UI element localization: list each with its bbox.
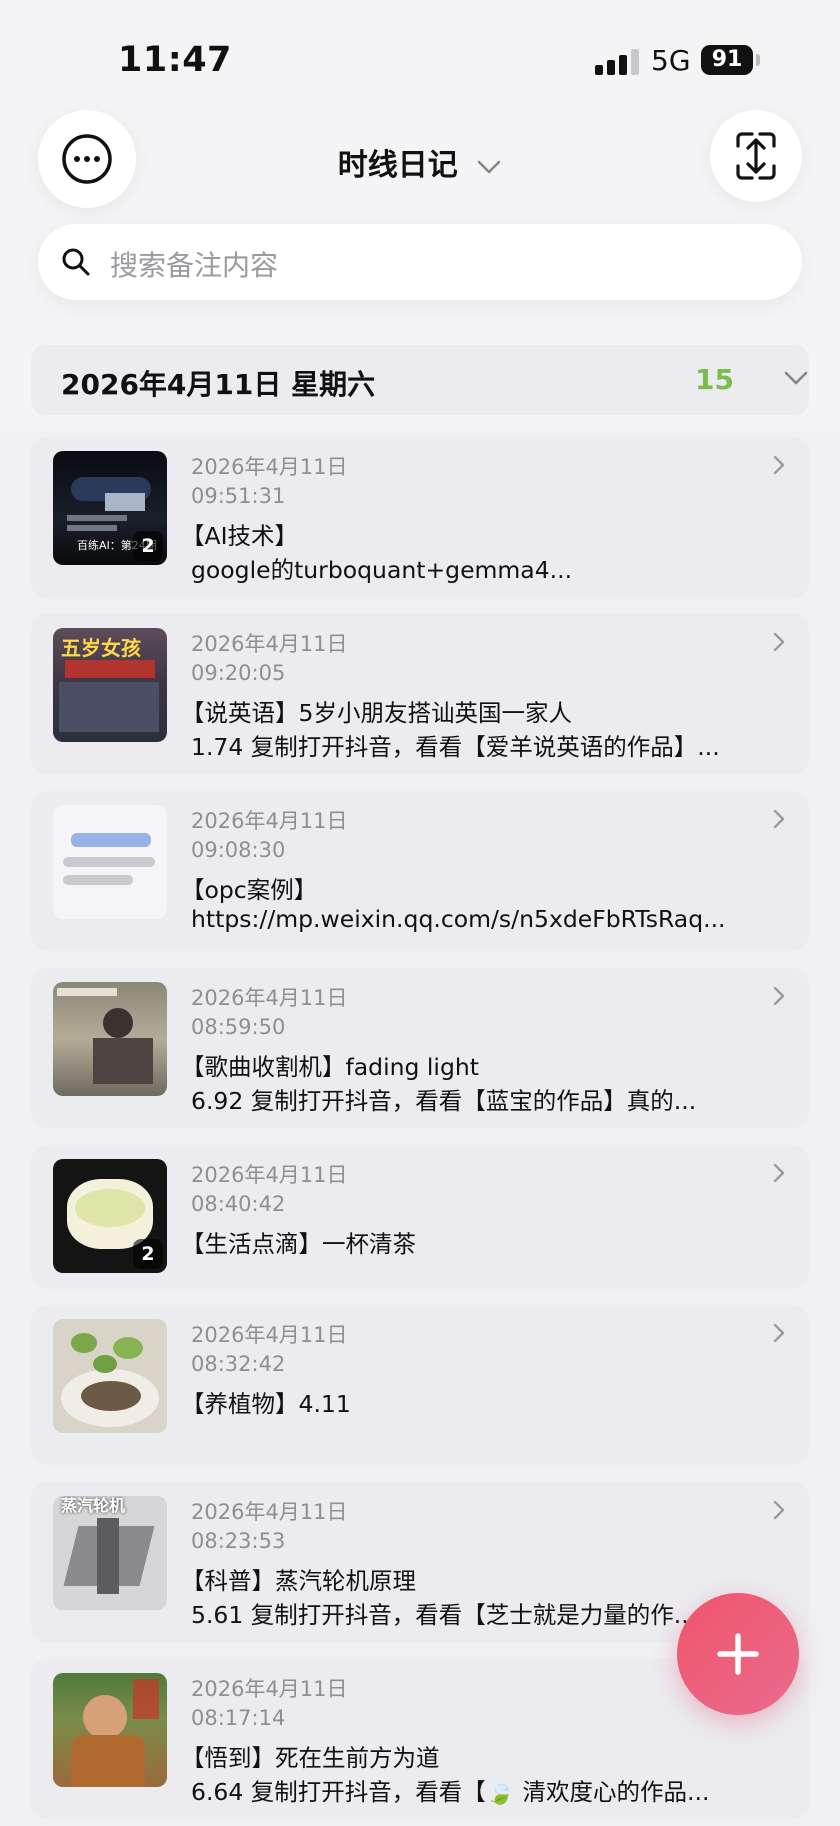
battery-icon: 91 <box>701 45 753 75</box>
entry-note: https://mp.weixin.qq.com/s/n5xdeFbRTsRaq… <box>191 905 726 933</box>
chevron-right-icon <box>773 455 785 475</box>
chevron-right-icon <box>773 1323 785 1343</box>
date-group-header[interactable]: 2026年4月11日 星期六 15 <box>31 345 809 415</box>
entry-thumbnail <box>53 982 167 1096</box>
chevron-right-icon <box>773 632 785 652</box>
thumbnail-caption: 五岁女孩 <box>61 636 141 660</box>
chevron-right-icon <box>773 809 785 829</box>
entry-thumbnail <box>53 805 167 919</box>
diary-entry[interactable]: 五岁女孩 2026年4月11日 09:20:05 【说英语】5岁小朋友搭讪英国一… <box>31 614 809 774</box>
entry-note: google的turboquant+gemma4... <box>191 556 573 584</box>
date-group-date: 2026年4月11日 星期六 <box>61 368 376 401</box>
image-count-badge: 2 <box>133 1239 163 1269</box>
entry-title: 【说英语】5岁小朋友搭讪英国一家人 <box>181 699 572 727</box>
entry-thumbnail <box>53 1319 167 1433</box>
entry-date: 2026年4月11日 <box>191 1163 348 1187</box>
signal-icon <box>595 49 639 75</box>
entry-title: 【歌曲收割机】fading light <box>181 1053 479 1081</box>
add-entry-button[interactable] <box>677 1593 799 1715</box>
entry-note: 6.64 复制打开抖音，看看【🍃 清欢度心的作品... <box>191 1778 710 1806</box>
entry-time: 09:51:31 <box>191 484 286 508</box>
entry-note: 1.74 复制打开抖音，看看【爱羊说英语的作品】... <box>191 733 720 761</box>
diary-entry[interactable]: 2 2026年4月11日 08:40:42 【生活点滴】一杯清茶 <box>31 1145 809 1289</box>
search-icon <box>62 248 90 276</box>
sync-button[interactable] <box>710 110 802 202</box>
plus-icon <box>717 1633 759 1675</box>
diary-entry[interactable]: 2026年4月11日 09:08:30 【opc案例】 https://mp.w… <box>31 791 809 951</box>
diary-entry[interactable]: 2026年4月11日 08:32:42 【养植物】4.11 <box>31 1305 809 1465</box>
chevron-right-icon <box>773 1163 785 1183</box>
entry-thumbnail <box>53 1673 167 1787</box>
entry-time: 08:59:50 <box>191 1015 286 1039</box>
entry-date: 2026年4月11日 <box>191 632 348 656</box>
network-type: 5G <box>651 44 691 77</box>
date-group-count: 15 <box>695 363 734 396</box>
entry-date: 2026年4月11日 <box>191 1677 348 1701</box>
entry-time: 08:40:42 <box>191 1192 286 1216</box>
diary-entry[interactable]: 百练AI：第24期 2 2026年4月11日 09:51:31 【AI技术】 g… <box>31 437 809 599</box>
entry-date: 2026年4月11日 <box>191 809 348 833</box>
battery-tip <box>756 54 760 66</box>
entry-title: 【悟到】死在生前方为道 <box>181 1744 440 1772</box>
search-bar[interactable]: 搜索备注内容 <box>38 224 802 300</box>
entry-thumbnail: 五岁女孩 <box>53 628 167 742</box>
entry-time: 09:08:30 <box>191 838 286 862</box>
entry-date: 2026年4月11日 <box>191 986 348 1010</box>
entry-time: 08:17:14 <box>191 1706 286 1730</box>
status-time: 11:47 <box>118 40 232 80</box>
entry-note: 6.92 复制打开抖音，看看【蓝宝的作品】真的... <box>191 1087 697 1115</box>
chevron-right-icon <box>773 986 785 1006</box>
entry-title: 【科普】蒸汽轮机原理 <box>181 1567 416 1595</box>
entry-title: 【opc案例】 <box>181 876 318 904</box>
diary-entry[interactable]: 2026年4月11日 08:59:50 【歌曲收割机】fading light … <box>31 968 809 1128</box>
entry-time: 09:20:05 <box>191 661 286 685</box>
entry-thumbnail: 百练AI：第24期 2 <box>53 451 167 565</box>
search-placeholder: 搜索备注内容 <box>110 249 279 282</box>
entry-title: 【AI技术】 <box>181 522 299 550</box>
thumbnail-caption: 蒸汽轮机 <box>61 1496 126 1515</box>
chevron-down-icon <box>477 160 501 173</box>
chevron-right-icon <box>773 1500 785 1520</box>
entry-thumbnail: 蒸汽轮机 <box>53 1496 167 1610</box>
entry-title: 【生活点滴】一杯清茶 <box>181 1230 416 1258</box>
sync-icon <box>736 132 776 180</box>
entry-thumbnail: 2 <box>53 1159 167 1273</box>
status-bar: 11:47 5G 91 <box>0 0 840 120</box>
entry-date: 2026年4月11日 <box>191 455 348 479</box>
entry-time: 08:32:42 <box>191 1352 286 1376</box>
entry-date: 2026年4月11日 <box>191 1500 348 1524</box>
image-count-badge: 2 <box>133 531 163 561</box>
entry-time: 08:23:53 <box>191 1529 286 1553</box>
entry-date: 2026年4月11日 <box>191 1323 348 1347</box>
chevron-down-icon <box>784 371 808 385</box>
entry-title: 【养植物】4.11 <box>181 1390 351 1418</box>
entry-note: 5.61 复制打开抖音，看看【芝士就是力量的作... <box>191 1601 697 1629</box>
page-title-text: 时线日记 <box>337 148 458 183</box>
